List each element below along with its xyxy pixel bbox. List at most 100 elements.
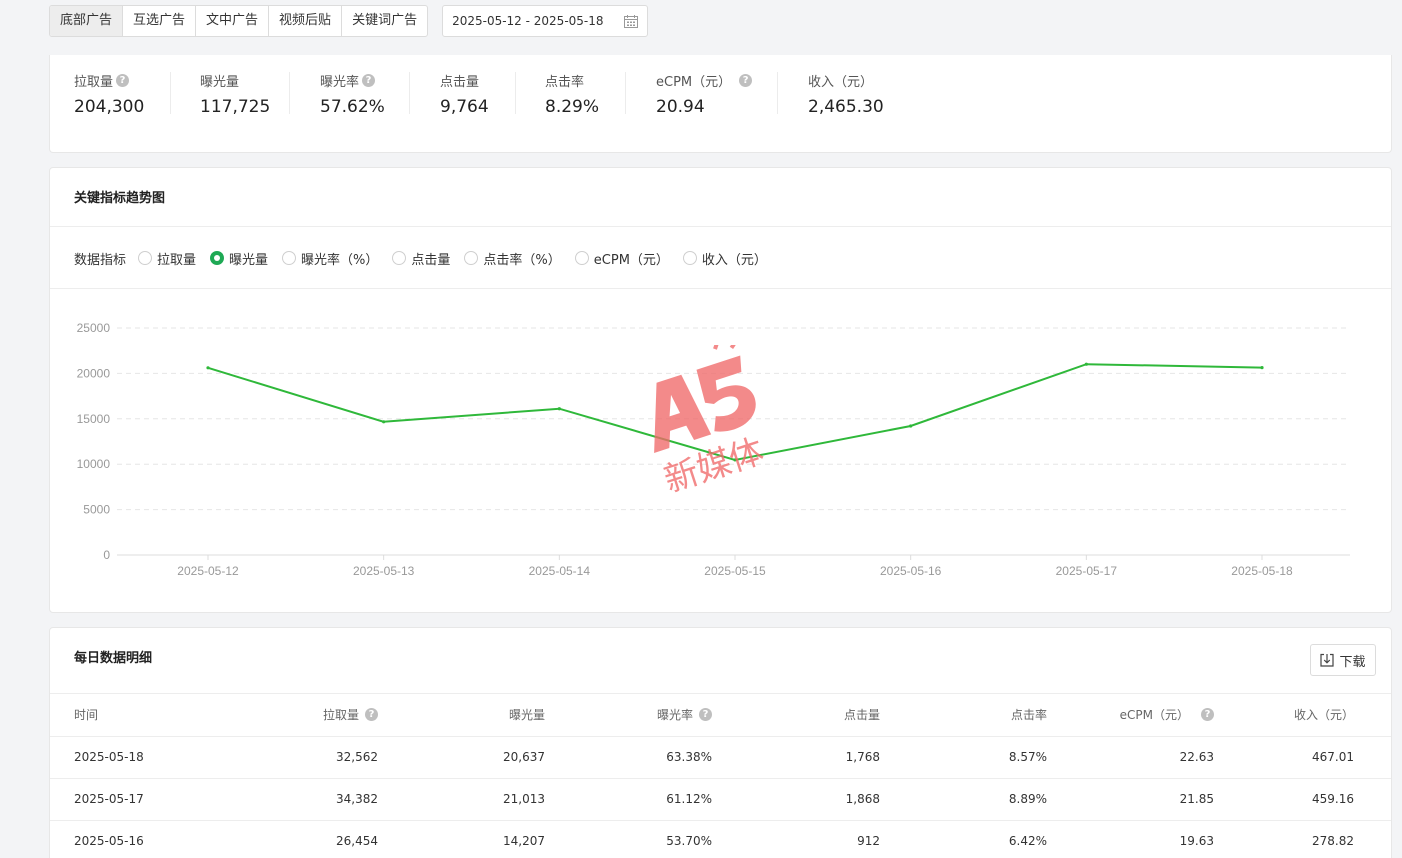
divider <box>777 72 778 114</box>
radio-click-count[interactable]: 点击量 <box>392 249 450 268</box>
radio-pull-count[interactable]: 拉取量 <box>138 249 196 268</box>
metric-radio-group: 数据指标 拉取量 曝光量 曝光率（%） 点击量 点击率（%） eCPM（元） 收… <box>74 248 781 268</box>
date-range-picker[interactable]: 2025-05-12 - 2025-05-18 <box>442 5 649 37</box>
tab-in-article-ad[interactable]: 文中广告 <box>196 6 270 36</box>
table-cell: 26,454 <box>260 820 378 858</box>
column-header-label: 曝光量 <box>508 708 545 723</box>
data-point[interactable] <box>557 407 561 411</box>
y-tick-label: 10000 <box>77 457 111 471</box>
data-point[interactable] <box>909 424 913 428</box>
table-cell: 63.38% <box>545 736 712 779</box>
radio-label: 拉取量 <box>157 252 197 268</box>
table-cell-spacer <box>1354 778 1391 821</box>
column-header-exposure-count[interactable]: 曝光量 <box>378 694 545 737</box>
radio-label: 曝光率（%） <box>301 252 379 268</box>
column-header-revenue[interactable]: 收入（元） <box>1214 694 1354 737</box>
divider <box>170 72 171 114</box>
x-tick-label: 2025-05-13 <box>353 564 415 578</box>
metric-value: 117,725 <box>200 97 271 117</box>
radio-ecpm[interactable]: eCPM（元） <box>574 249 669 268</box>
table-cell-spacer <box>1354 736 1391 779</box>
calendar-icon[interactable] <box>624 14 639 28</box>
radio-revenue[interactable]: 收入（元） <box>682 249 767 268</box>
x-tick-label: 2025-05-15 <box>704 564 766 578</box>
radio-circle[interactable] <box>392 251 407 265</box>
metric-exposure-rate: 曝光率? 57.62% <box>320 71 385 117</box>
table-cell: 912 <box>712 820 880 858</box>
help-icon[interactable]: ? <box>362 73 376 87</box>
column-header-ecpm[interactable]: eCPM（元）? <box>1047 694 1214 737</box>
data-point[interactable] <box>1084 362 1088 366</box>
metric-value: 2,465.30 <box>808 97 884 117</box>
table-cell: 22.63 <box>1047 736 1214 779</box>
table-cell: 1,868 <box>712 778 880 821</box>
radio-circle[interactable] <box>464 251 479 265</box>
table-cell: 19.63 <box>1047 820 1214 858</box>
table-header-row: 时间 拉取量? 曝光量 曝光率? 点击量 点击率 eCPM（元）? 收入（元） <box>50 694 1391 737</box>
divider <box>50 226 1391 227</box>
data-point[interactable] <box>733 458 737 462</box>
radio-exposure-count[interactable]: 曝光量 <box>210 249 268 268</box>
column-header-label: eCPM（元） <box>1119 708 1189 723</box>
radio-label: eCPM（元） <box>593 252 669 268</box>
table-cell: 34,382 <box>260 778 378 821</box>
radio-circle[interactable] <box>138 251 153 265</box>
radio-circle[interactable] <box>682 251 697 265</box>
table-cell: 2025-05-16 <box>50 820 260 858</box>
radio-exposure-rate[interactable]: 曝光率（%） <box>282 249 378 268</box>
metric-label: eCPM（元） <box>656 74 732 90</box>
table-cell: 2025-05-17 <box>50 778 260 821</box>
table-cell: 20,637 <box>378 736 545 779</box>
download-button[interactable]: 下载 <box>1310 644 1376 676</box>
column-header-label: 点击量 <box>843 708 880 723</box>
table-cell: 278.82 <box>1214 820 1354 858</box>
table-cell: 53.70% <box>545 820 712 858</box>
table-cell-spacer <box>1354 820 1391 858</box>
help-icon[interactable]: ? <box>739 73 753 87</box>
divider <box>625 72 626 114</box>
column-header-label: 收入（元） <box>1293 708 1354 723</box>
radio-circle[interactable] <box>574 251 589 265</box>
metric-revenue: 收入（元） 2,465.30 <box>808 71 884 118</box>
column-header-pull-count[interactable]: 拉取量? <box>260 694 378 737</box>
metric-value: 9,764 <box>440 97 489 117</box>
table-cell: 6.42% <box>880 820 1047 858</box>
metric-label: 曝光率 <box>320 74 360 90</box>
radio-label: 曝光量 <box>229 252 269 268</box>
column-header-click-rate[interactable]: 点击率 <box>880 694 1047 737</box>
x-tick-label: 2025-05-12 <box>177 564 239 578</box>
help-icon[interactable]: ? <box>116 73 130 87</box>
help-icon[interactable]: ? <box>365 708 378 722</box>
help-icon[interactable]: ? <box>699 708 712 722</box>
table-cell: 8.89% <box>880 778 1047 821</box>
help-icon[interactable]: ? <box>1201 708 1214 722</box>
table-cell: 467.01 <box>1214 736 1354 779</box>
radio-circle[interactable] <box>210 251 225 265</box>
metric-pull-count: 拉取量? 204,300 <box>74 71 144 117</box>
data-point[interactable] <box>206 366 210 370</box>
date-range-text: 2025-05-12 - 2025-05-18 <box>452 14 604 28</box>
data-point[interactable] <box>1260 366 1264 370</box>
y-tick-label: 15000 <box>77 412 111 426</box>
column-header-exposure-rate[interactable]: 曝光率? <box>545 694 712 737</box>
trend-title: 关键指标趋势图 <box>74 191 166 206</box>
column-header-click-count[interactable]: 点击量 <box>712 694 880 737</box>
metric-label: 收入（元） <box>808 74 874 90</box>
tab-keyword-ad[interactable]: 关键词广告 <box>342 6 427 36</box>
column-header-time[interactable]: 时间 <box>50 694 260 737</box>
column-header-label: 点击率 <box>1010 708 1047 723</box>
table-cell: 21.85 <box>1047 778 1214 821</box>
tab-mutual-select-ad[interactable]: 互选广告 <box>123 6 197 36</box>
x-tick-label: 2025-05-16 <box>880 564 942 578</box>
tab-bottom-ad[interactable]: 底部广告 <box>50 6 124 36</box>
data-point[interactable] <box>382 420 386 424</box>
tab-video-post-roll[interactable]: 视频后贴 <box>269 6 343 36</box>
radio-circle[interactable] <box>282 251 297 265</box>
download-label: 下载 <box>1339 654 1366 670</box>
table-row: 2025-05-16 26,454 14,207 53.70% 912 6.42… <box>50 820 1391 858</box>
metric-value: 204,300 <box>74 97 145 117</box>
column-header-label: 曝光率 <box>656 708 693 723</box>
metric-value: 20.94 <box>656 97 705 117</box>
radio-click-rate[interactable]: 点击率（%） <box>464 249 561 268</box>
column-spacer <box>1354 694 1391 737</box>
